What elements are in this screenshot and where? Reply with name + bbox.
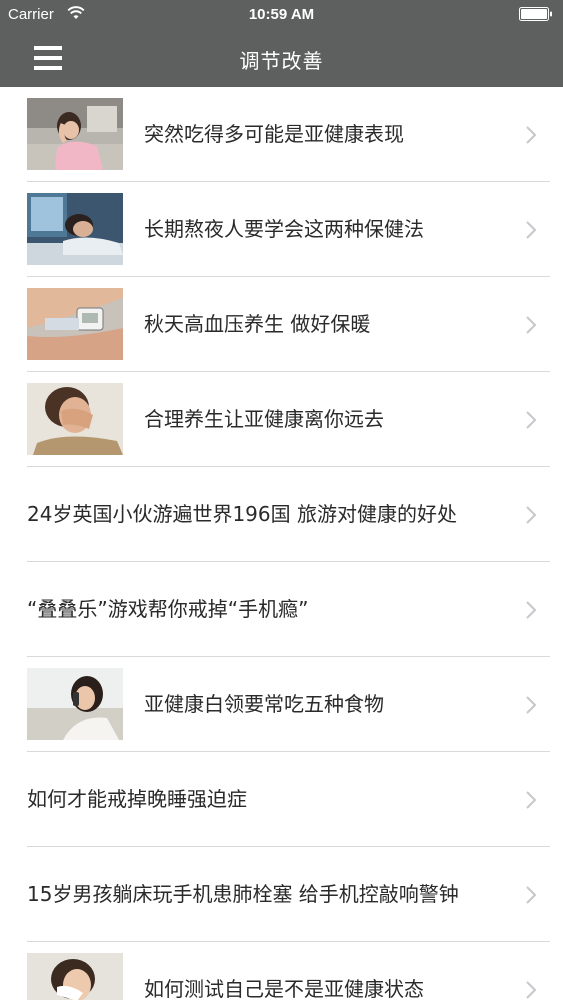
page-title: 调节改善 [239,49,324,73]
status-bar: Carrier 10:59 AM [0,0,563,30]
chevron-right-icon [526,316,537,334]
article-title: 合理养生让亚健康离你远去 [144,407,384,431]
nav-bar: 调节改善 [0,30,563,87]
article-title: 24岁英国小伙游遍世界196国 旅游对健康的好处 [27,502,457,526]
article-title: 突然吃得多可能是亚健康表现 [144,122,404,146]
article-title: “叠叠乐”游戏帮你戒掉“手机瘾” [27,597,309,621]
status-time: 10:59 AM [248,6,315,23]
chevron-right-icon [526,886,537,904]
article-row[interactable]: 如何测试自己是不是亚健康状态 [0,942,563,1000]
chevron-right-icon [526,411,537,429]
chevron-right-icon [526,506,537,524]
article-title: 亚健康白领要常吃五种食物 [144,692,384,716]
article-row[interactable]: 15岁男孩躺床玩手机患肺栓塞 给手机控敲响警钟 [0,847,563,942]
chevron-right-icon [526,601,537,619]
article-thumbnail [27,193,123,265]
chevron-right-icon [526,221,537,239]
article-row[interactable]: 亚健康白领要常吃五种食物 [0,657,563,752]
article-thumbnail [27,383,123,455]
header: Carrier 10:59 AM 调节改善 [0,0,563,87]
article-row[interactable]: 24岁英国小伙游遍世界196国 旅游对健康的好处 [0,467,563,562]
chevron-right-icon [526,696,537,714]
article-row[interactable]: 长期熬夜人要学会这两种保健法 [0,182,563,277]
article-row[interactable]: 如何才能戒掉晚睡强迫症 [0,752,563,847]
chevron-right-icon [526,981,537,999]
article-title: 15岁男孩躺床玩手机患肺栓塞 给手机控敲响警钟 [27,882,459,906]
chevron-right-icon [526,126,537,144]
article-title: 如何才能戒掉晚睡强迫症 [27,787,247,811]
article-thumbnail [27,98,123,170]
article-thumbnail [27,288,123,360]
article-row[interactable]: 突然吃得多可能是亚健康表现 [0,87,563,182]
article-thumbnail [27,953,123,1000]
article-row[interactable]: “叠叠乐”游戏帮你戒掉“手机瘾” [0,562,563,657]
article-thumbnail [27,668,123,740]
article-title: 秋天高血压养生 做好保暖 [144,312,371,336]
article-list: 突然吃得多可能是亚健康表现 长期熬夜人要学会这两种保健法 秋天高血压养生 做好保… [0,87,563,1000]
article-title: 长期熬夜人要学会这两种保健法 [144,217,424,241]
article-title: 如何测试自己是不是亚健康状态 [144,977,424,1000]
chevron-right-icon [526,791,537,809]
article-row[interactable]: 秋天高血压养生 做好保暖 [0,277,563,372]
article-row[interactable]: 合理养生让亚健康离你远去 [0,372,563,467]
battery-icon [519,7,552,21]
